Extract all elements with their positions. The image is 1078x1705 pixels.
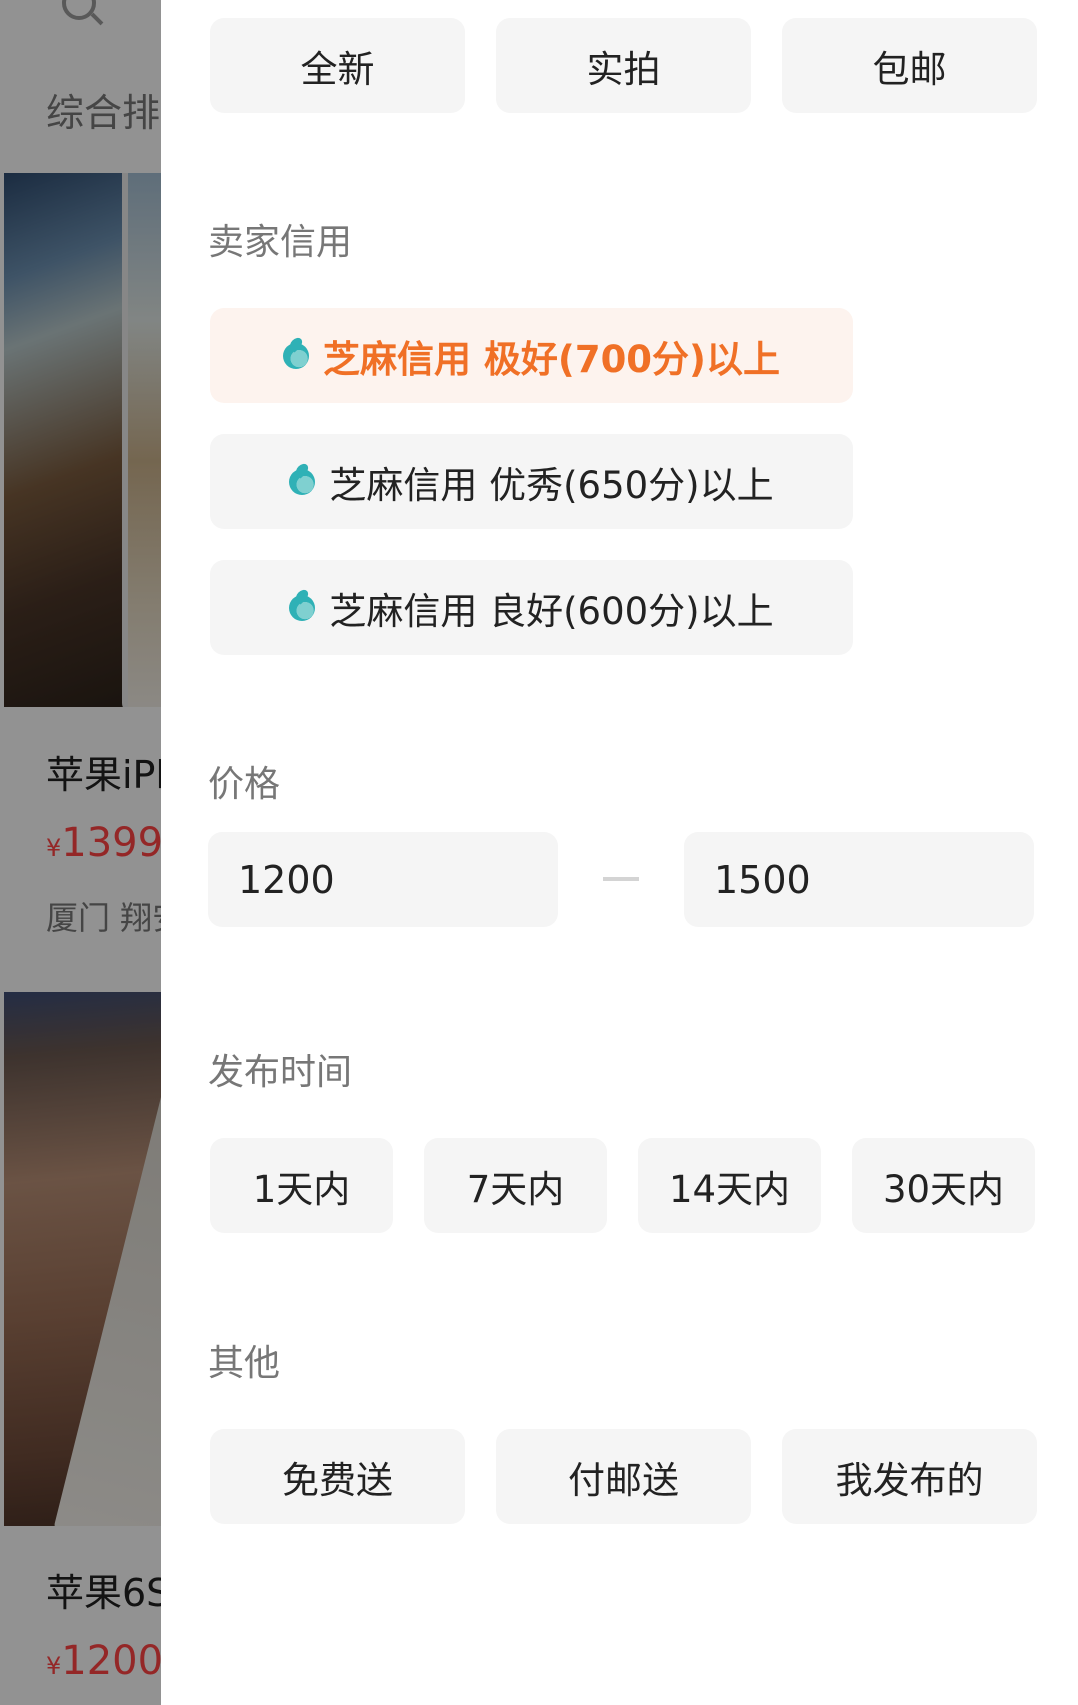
time-7-days-chip[interactable]: 7天内 (424, 1138, 607, 1233)
my-posts-chip[interactable]: 我发布的 (782, 1429, 1037, 1524)
pay-shipping-giveaway-chip[interactable]: 付邮送 (496, 1429, 751, 1524)
sesame-credit-icon (283, 342, 310, 369)
tag-new-chip[interactable]: 全新 (210, 18, 465, 113)
time-14-days-chip[interactable]: 14天内 (638, 1138, 821, 1233)
free-giveaway-chip[interactable]: 免费送 (210, 1429, 465, 1524)
time-1-day-chip[interactable]: 1天内 (210, 1138, 393, 1233)
credit-option-good-chip[interactable]: 芝麻信用 良好(600分)以上 (210, 560, 853, 655)
price-min-input[interactable] (208, 832, 558, 927)
credit-option-outstanding-chip[interactable]: 芝麻信用 优秀(650分)以上 (210, 434, 853, 529)
credit-option-excellent-chip[interactable]: 芝麻信用 极好(700分)以上 (210, 308, 853, 403)
seller-credit-label: 卖家信用 (208, 222, 353, 263)
price-range-separator (603, 877, 639, 881)
other-label: 其他 (208, 1343, 281, 1384)
credit-option-label: 芝麻信用 极好(700分)以上 (323, 337, 780, 381)
sesame-credit-icon (289, 468, 316, 495)
tag-free-shipping-chip[interactable]: 包邮 (782, 18, 1037, 113)
price-max-input[interactable] (684, 832, 1034, 927)
credit-option-label: 芝麻信用 良好(600分)以上 (329, 589, 774, 633)
publish-time-label: 发布时间 (208, 1052, 353, 1093)
filter-drawer: 全新 实拍 包邮 卖家信用 芝麻信用 极好(700分)以上 芝麻信用 优秀(65… (161, 0, 1078, 1705)
credit-option-label: 芝麻信用 优秀(650分)以上 (329, 463, 774, 507)
price-label: 价格 (208, 764, 281, 805)
time-30-days-chip[interactable]: 30天内 (852, 1138, 1035, 1233)
tag-real-photo-chip[interactable]: 实拍 (496, 18, 751, 113)
sesame-credit-icon (289, 594, 316, 621)
